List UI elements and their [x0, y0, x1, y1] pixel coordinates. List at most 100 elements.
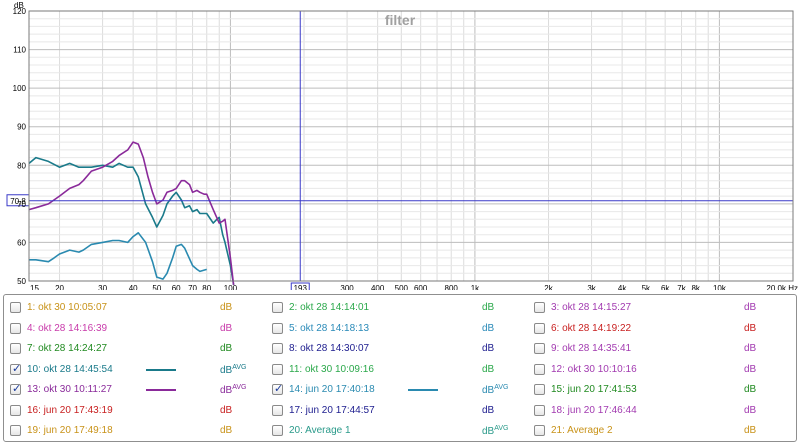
legend-item[interactable]: 1: okt 30 10:05:07 dB: [10, 300, 266, 316]
legend-item[interactable]: 16: jun 20 17:43:19 dB: [10, 403, 266, 419]
legend-checkbox[interactable]: [534, 343, 545, 354]
legend-checkbox[interactable]: [10, 322, 21, 334]
legend-checkbox[interactable]: [10, 404, 21, 416]
legend-checkbox[interactable]: [272, 363, 283, 375]
legend-item[interactable]: 19: jun 20 17:49:18 dB: [10, 423, 266, 439]
legend-unit: dB: [482, 322, 495, 334]
legend-checkbox[interactable]: [272, 425, 283, 436]
legend-label: 15: jun 20 17:41:53: [551, 384, 637, 395]
legend-checkbox[interactable]: [10, 382, 21, 395]
legend-item[interactable]: 15: jun 20 17:41:53 dB: [534, 382, 790, 398]
legend-unit: dB: [744, 384, 757, 395]
legend-unit: dB: [744, 425, 757, 436]
legend-label: 6: okt 28 14:19:22: [551, 322, 632, 334]
x-tick-label: 20: [55, 284, 64, 290]
x-tick-label: 500: [395, 284, 409, 290]
legend-checkbox[interactable]: [272, 322, 283, 334]
cursor-x-readout: 193: [294, 284, 308, 290]
legend-checkbox[interactable]: [272, 302, 283, 313]
legend-item[interactable]: 10: okt 28 14:45:54 dBAVG: [10, 362, 266, 378]
legend-unit: dB: [482, 302, 495, 313]
legend-checkbox[interactable]: [534, 302, 545, 313]
legend-unit: dBAVG: [220, 384, 247, 396]
legend-item[interactable]: 5: okt 28 14:18:13 dB: [272, 321, 528, 337]
legend-label: 1: okt 30 10:05:07: [27, 302, 108, 313]
legend-label: 7: okt 28 14:24:27: [27, 343, 108, 354]
legend-checkbox[interactable]: [272, 382, 283, 395]
x-tick-label: 40: [129, 284, 138, 290]
legend-unit: dB: [220, 404, 233, 416]
legend-checkbox[interactable]: [10, 425, 21, 436]
legend-unit: dB: [744, 404, 757, 416]
legend-item[interactable]: 13: okt 30 10:11:27 dBAVG: [10, 382, 266, 398]
legend-item[interactable]: 2: okt 28 14:14:01 dB: [272, 300, 528, 316]
legend-checkbox[interactable]: [10, 362, 21, 375]
legend-unit: dBAVG: [482, 425, 509, 437]
frequency-response-chart[interactable]: filter dB 19370,8 506070809010011012015 2…: [0, 0, 800, 290]
legend-label: 20: Average 1: [289, 425, 351, 436]
y-tick-label: 90: [17, 123, 26, 132]
legend-line-swatch: [146, 368, 176, 371]
legend-item[interactable]: 11: okt 30 10:09:16 dB: [272, 362, 528, 378]
legend-item[interactable]: 6: okt 28 14:19:22 dB: [534, 321, 790, 337]
legend-label: 21: Average 2: [551, 425, 613, 436]
legend-unit: dB: [744, 363, 757, 375]
legend-checkbox[interactable]: [10, 343, 21, 354]
y-tick-label: 110: [13, 46, 26, 55]
legend-item[interactable]: 7: okt 28 14:24:27 dB: [10, 341, 266, 357]
legend-unit: dB: [482, 404, 495, 416]
legend-checkbox[interactable]: [534, 384, 545, 395]
legend-unit: dB: [220, 322, 233, 334]
legend-panel: 1: okt 30 10:05:07 dB 2: okt 28 14:14:01 dB…: [3, 294, 797, 442]
x-tick-label: 7k: [677, 284, 686, 290]
legend-avg-marker: AVG: [232, 363, 247, 371]
legend-unit: dBAVG: [220, 363, 247, 376]
legend-item[interactable]: 12: okt 30 10:10:16 dB: [534, 362, 790, 378]
legend-unit: dB: [744, 343, 757, 354]
x-tick-label: 400: [371, 284, 385, 290]
legend-unit: dB: [744, 302, 757, 313]
legend-label: 14: jun 20 17:40:18: [289, 384, 375, 395]
legend-label: 10: okt 28 14:45:54: [27, 363, 113, 375]
legend-checkbox[interactable]: [534, 363, 545, 375]
x-tick-label: 30: [98, 284, 107, 290]
legend-item[interactable]: 14: jun 20 17:40:18 dBAVG: [272, 382, 528, 398]
chart-title: filter: [385, 12, 416, 28]
legend-item[interactable]: 4: okt 28 14:16:39 dB: [10, 321, 266, 337]
x-tick-label: 300: [340, 284, 354, 290]
x-tick-label: 6k: [661, 284, 670, 290]
x-tick-label: 800: [445, 284, 459, 290]
legend-unit: dB: [220, 343, 233, 354]
legend-checkbox[interactable]: [534, 322, 545, 334]
x-tick-label: 4k: [618, 284, 627, 290]
legend-checkbox[interactable]: [272, 343, 283, 354]
y-tick-label: 60: [17, 238, 26, 247]
x-tick-label: 3k: [587, 284, 596, 290]
legend-line-swatch: [146, 389, 176, 391]
legend-checkbox[interactable]: [534, 404, 545, 416]
legend-label: 3: okt 28 14:15:27: [551, 302, 632, 313]
legend-item[interactable]: 3: okt 28 14:15:27 dB: [534, 300, 790, 316]
x-tick-label: 5k: [642, 284, 651, 290]
legend-label: 9: okt 28 14:35:41: [551, 343, 632, 354]
x-tick-label: 15: [30, 284, 39, 290]
legend-avg-marker: AVG: [494, 425, 509, 432]
legend-label: 5: okt 28 14:18:13: [289, 322, 370, 334]
legend-checkbox[interactable]: [272, 404, 283, 416]
legend-item[interactable]: 21: Average 2 dB: [534, 423, 790, 439]
legend-label: 19: jun 20 17:49:18: [27, 425, 113, 436]
legend-unit: dB: [744, 322, 757, 334]
legend-item[interactable]: 18: jun 20 17:46:44 dB: [534, 403, 790, 419]
legend-checkbox[interactable]: [534, 425, 545, 436]
legend-item[interactable]: 9: okt 28 14:35:41 dB: [534, 341, 790, 357]
legend-item[interactable]: 8: okt 28 14:30:07 dB: [272, 341, 528, 357]
legend-label: 4: okt 28 14:16:39: [27, 322, 108, 334]
y-tick-label: 100: [13, 84, 27, 93]
legend-item[interactable]: 20: Average 1 dBAVG: [272, 423, 528, 439]
y-tick-label: 70: [17, 200, 26, 209]
legend-checkbox[interactable]: [10, 302, 21, 313]
legend-unit: dB: [482, 363, 495, 375]
legend-label: 17: jun 20 17:44:57: [289, 404, 375, 416]
legend-item[interactable]: 17: jun 20 17:44:57 dB: [272, 403, 528, 419]
x-tick-label: 70: [188, 284, 197, 290]
